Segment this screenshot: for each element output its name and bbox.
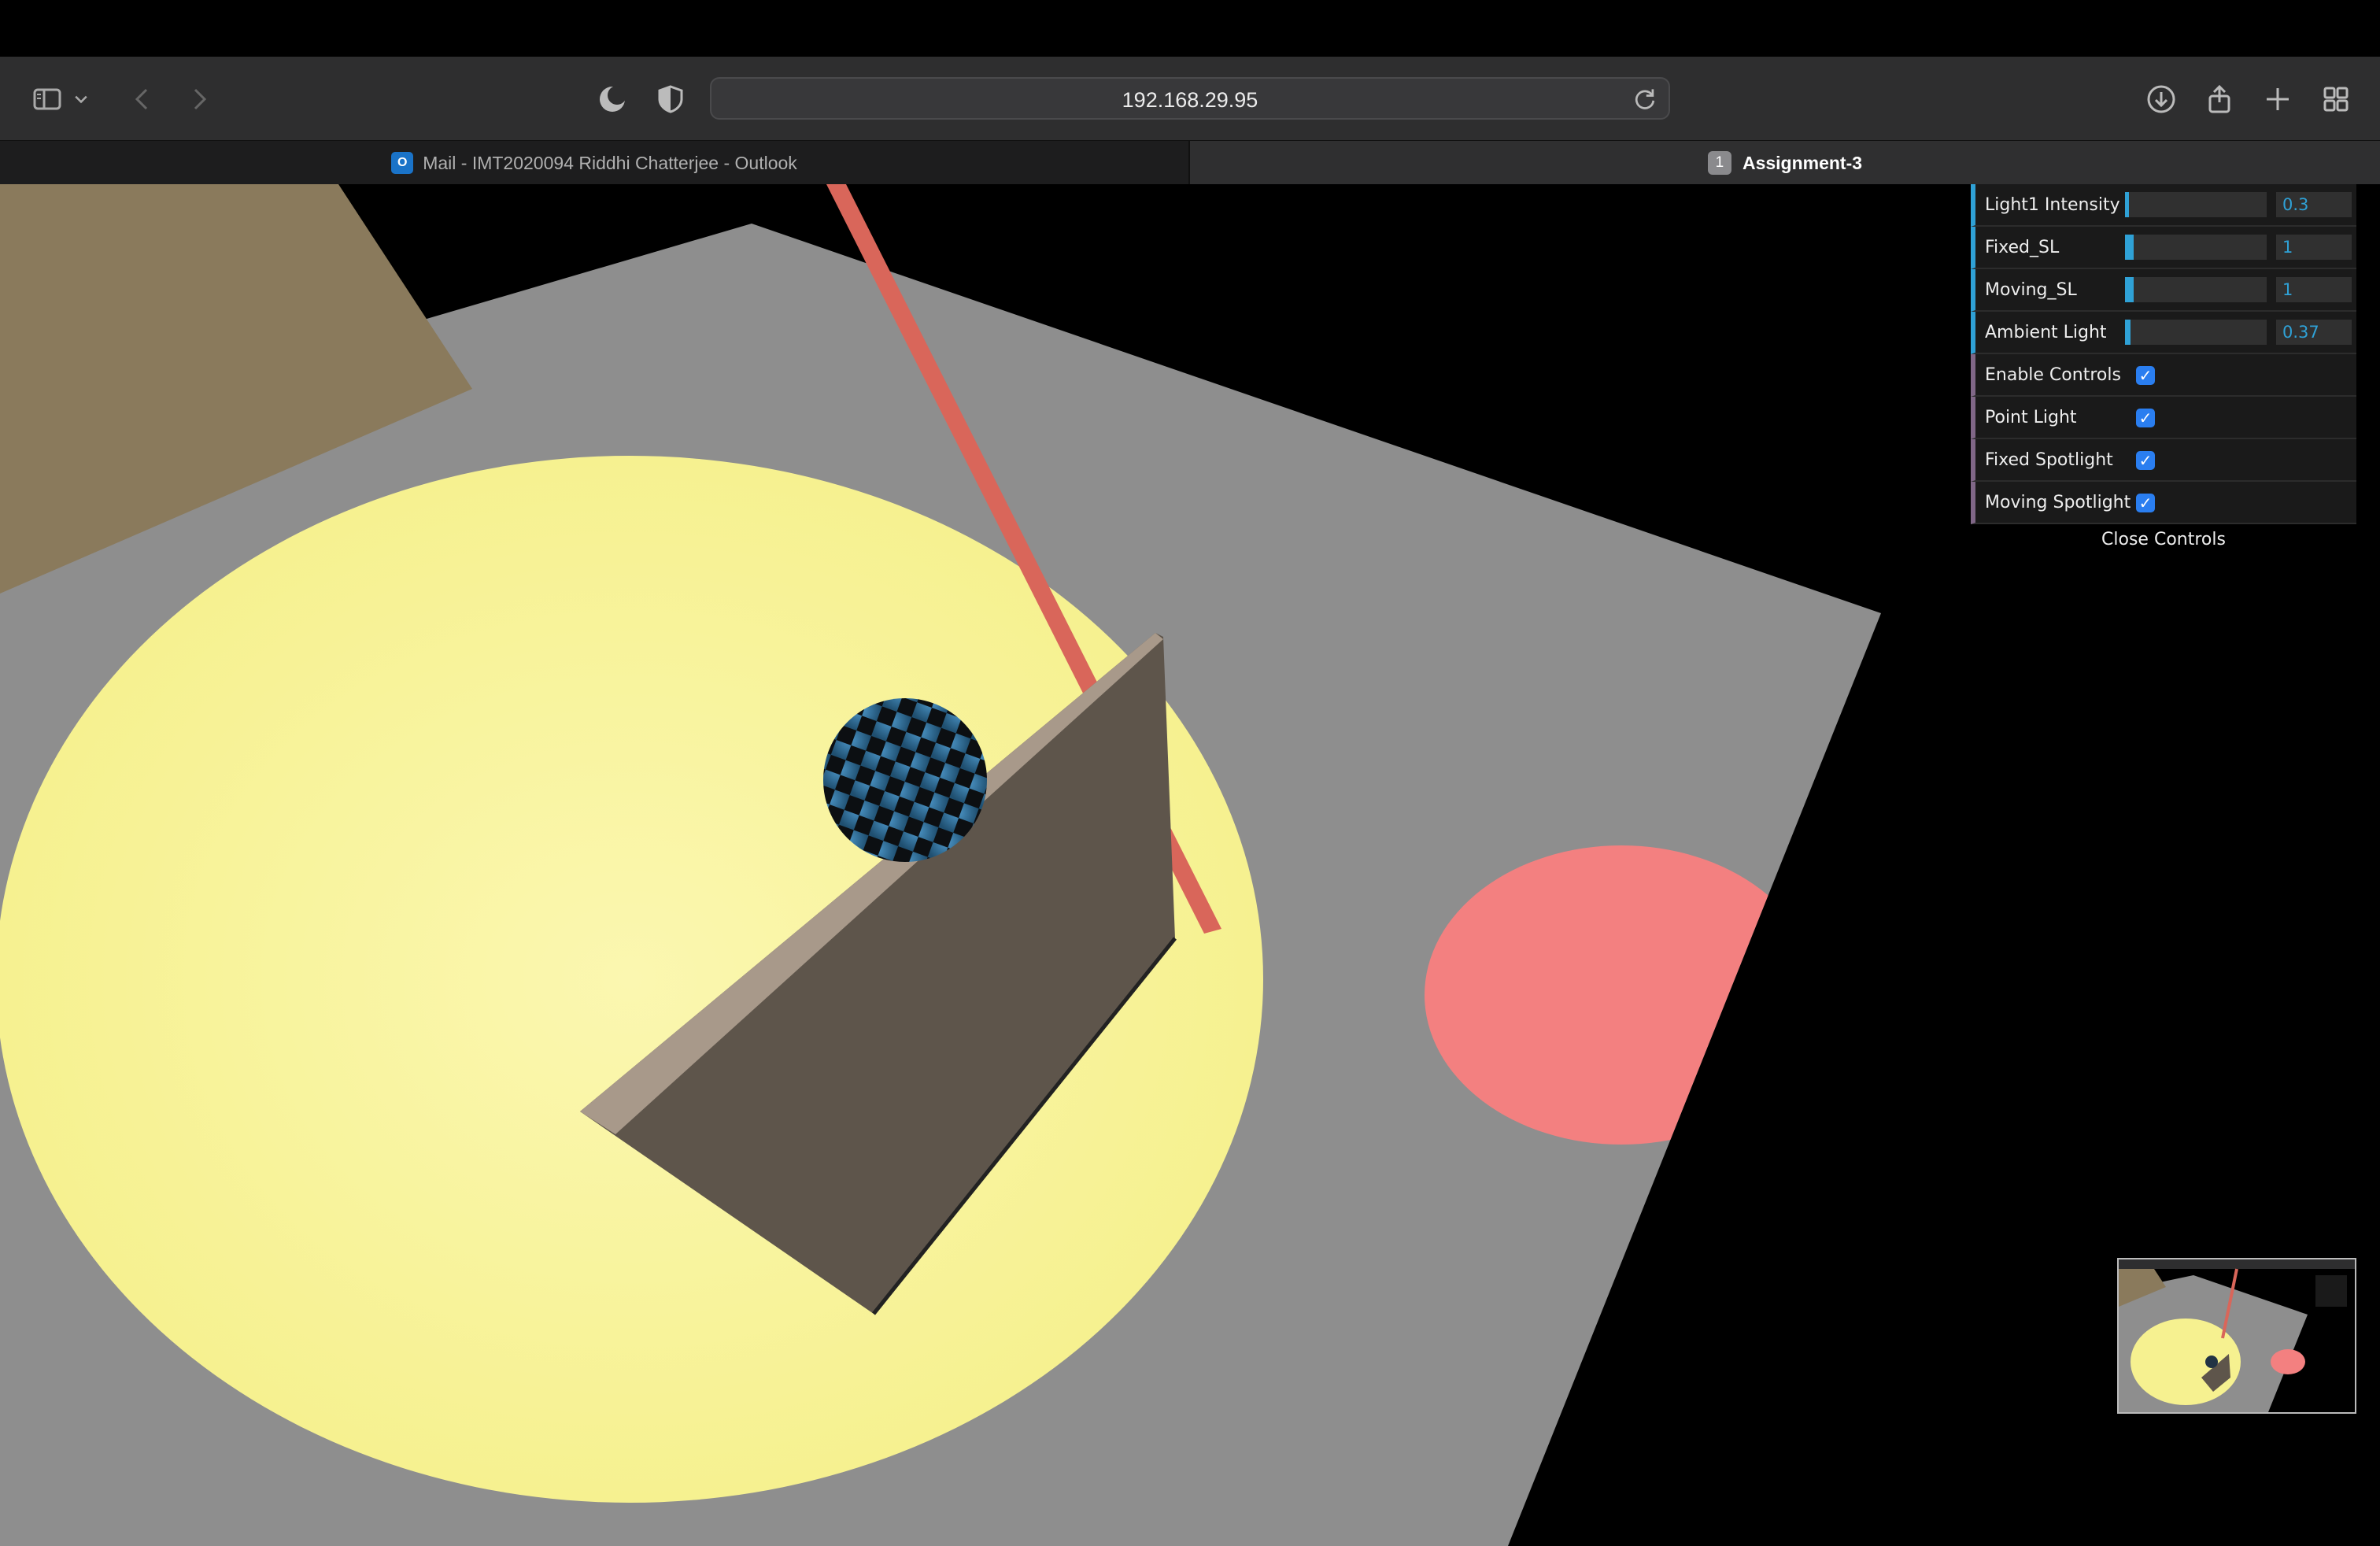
sidebar-toggle-icon[interactable] [24, 76, 71, 123]
share-icon[interactable] [2196, 76, 2243, 123]
tab-bar: O Mail - IMT2020094 Riddhi Chatterjee - … [0, 140, 2380, 185]
moving-spotlight-checkbox[interactable]: ✓ [2136, 494, 2155, 512]
forward-icon[interactable] [175, 76, 222, 123]
fixed-spotlight-checkbox[interactable]: ✓ [2136, 451, 2155, 470]
tab-mail[interactable]: O Mail - IMT2020094 Riddhi Chatterjee - … [0, 141, 1190, 185]
download-icon[interactable] [2138, 76, 2185, 123]
toggle-label: Moving Spotlight [1985, 493, 2131, 512]
toggle-row-enable-controls[interactable]: Enable Controls ✓ [1971, 354, 2356, 397]
tab-assignment[interactable]: 1 Assignment-3 [1190, 141, 2380, 185]
dat-gui-panel: Light1 Intensity 0.3 Fixed_SL 1 Moving_S… [1971, 184, 2356, 556]
slider-fill [2125, 192, 2130, 217]
night-mode-icon[interactable] [589, 76, 636, 123]
toggle-row-fixed-spotlight[interactable]: Fixed Spotlight ✓ [1971, 439, 2356, 482]
toggle-row-moving-spotlight[interactable]: Moving Spotlight ✓ [1971, 482, 2356, 524]
thumbnail-preview [2119, 1259, 2355, 1412]
ambient-light-slider[interactable] [2125, 320, 2267, 345]
point-light-checkbox[interactable]: ✓ [2136, 409, 2155, 427]
system-menubar [0, 0, 2380, 57]
close-controls-button[interactable]: Close Controls [1971, 524, 2356, 556]
tab-label: Mail - IMT2020094 Riddhi Chatterjee - Ou… [423, 152, 797, 173]
slider-fill [2125, 320, 2131, 345]
chevron-down-icon[interactable] [68, 76, 94, 123]
slider-row-ambient[interactable]: Ambient Light 0.37 [1971, 312, 2356, 354]
fixed-sl-value[interactable]: 1 [2276, 235, 2352, 260]
address-text: 192.168.29.95 [1122, 88, 1258, 112]
tab-number-badge: 1 [1707, 151, 1731, 175]
moving-sl-value[interactable]: 1 [2276, 277, 2352, 302]
toggle-row-point-light[interactable]: Point Light ✓ [1971, 397, 2356, 439]
slider-label: Moving_SL [1985, 280, 2077, 300]
screenshot-thumbnail[interactable] [2117, 1258, 2356, 1414]
slider-label: Fixed_SL [1985, 238, 2060, 257]
fixed-sl-slider[interactable] [2125, 235, 2267, 260]
address-bar[interactable]: 192.168.29.95 [710, 77, 1670, 120]
new-tab-icon[interactable] [2254, 76, 2301, 123]
slider-fill [2125, 277, 2134, 302]
checkered-sphere [823, 698, 987, 862]
tab-label: Assignment-3 [1742, 152, 1863, 173]
light1-intensity-slider[interactable] [2125, 192, 2267, 217]
toggle-label: Point Light [1985, 408, 2077, 427]
slider-row-light1[interactable]: Light1 Intensity 0.3 [1971, 184, 2356, 227]
reload-icon[interactable] [1631, 85, 1659, 113]
slider-label: Ambient Light [1985, 323, 2107, 342]
toggle-label: Fixed Spotlight [1985, 450, 2113, 470]
moving-sl-slider[interactable] [2125, 277, 2267, 302]
shield-icon[interactable] [647, 76, 694, 123]
slider-label: Light1 Intensity [1985, 195, 2120, 215]
back-icon[interactable] [120, 76, 167, 123]
slider-row-fixed-sl[interactable]: Fixed_SL 1 [1971, 227, 2356, 269]
light1-intensity-value[interactable]: 0.3 [2276, 192, 2352, 217]
tab-overview-icon[interactable] [2312, 76, 2360, 123]
ambient-light-value[interactable]: 0.37 [2276, 320, 2352, 345]
toggle-label: Enable Controls [1985, 365, 2121, 385]
outlook-icon: O [391, 152, 414, 174]
slider-fill [2125, 235, 2134, 260]
slider-row-moving-sl[interactable]: Moving_SL 1 [1971, 269, 2356, 312]
enable-controls-checkbox[interactable]: ✓ [2136, 366, 2155, 385]
